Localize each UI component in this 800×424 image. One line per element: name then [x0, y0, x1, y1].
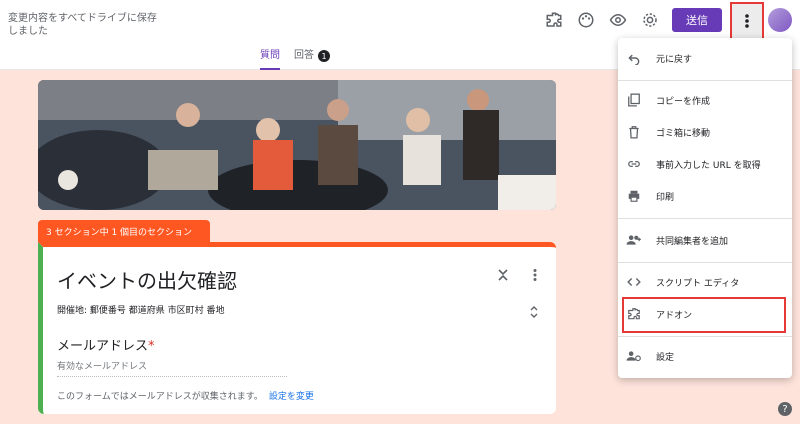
send-button[interactable]: 送信	[672, 8, 722, 32]
print-icon	[626, 188, 642, 204]
section-indicator: 3 セクション中 1 個目のセクション	[38, 220, 210, 242]
eye-icon[interactable]	[606, 8, 630, 32]
copy-icon	[626, 92, 642, 108]
menu-item-print[interactable]: 印刷	[618, 182, 792, 210]
email-question-label: メールアドレス*	[57, 339, 155, 354]
menu-item-prefilled-url[interactable]: 事前入力した URL を取得	[618, 150, 792, 178]
menu-divider	[618, 262, 792, 263]
link-icon	[626, 156, 642, 172]
collapse-icon[interactable]	[495, 267, 511, 283]
form-header-card[interactable]: イベントの出欠確認 開催地: 郵便番号 都道府県 市区町村 番地 メールアドレス…	[38, 242, 556, 414]
add-ons-highlight-box	[622, 297, 786, 333]
menu-item-make-copy[interactable]: コピーを作成	[618, 86, 792, 114]
person-settings-icon	[626, 348, 642, 364]
change-settings-link[interactable]: 設定を変更	[269, 392, 314, 402]
menu-divider	[618, 80, 792, 81]
menu-item-add-collaborators[interactable]: 共同編集者を追加	[618, 226, 792, 254]
tab-responses[interactable]: 回答 1	[294, 50, 330, 70]
required-mark: *	[148, 339, 155, 354]
undo-icon	[626, 50, 642, 66]
palette-icon[interactable]	[574, 8, 598, 32]
menu-item-move-to-trash[interactable]: ゴミ箱に移動	[618, 118, 792, 146]
avatar[interactable]	[768, 8, 792, 32]
menu-divider	[618, 218, 792, 219]
save-status: 変更内容をすべてドライブに保存しました	[8, 13, 157, 37]
email-collection-notice: このフォームではメールアドレスが収集されます。 設定を変更	[57, 392, 314, 402]
help-icon[interactable]: ?	[778, 402, 792, 416]
unfold-icon[interactable]	[527, 305, 541, 319]
tab-questions[interactable]: 質問	[260, 50, 280, 70]
form-tabs: 質問 回答 1	[260, 50, 330, 70]
menu-divider	[618, 336, 792, 337]
puzzle-icon[interactable]	[542, 8, 566, 32]
gear-icon[interactable]	[638, 8, 662, 32]
form-title[interactable]: イベントの出欠確認	[57, 265, 237, 294]
code-icon	[626, 274, 642, 290]
trash-icon	[626, 124, 642, 140]
menu-item-script-editor[interactable]: スクリプト エディタ	[618, 268, 792, 296]
menu-item-settings[interactable]: 設定	[618, 342, 792, 370]
add-people-icon	[626, 232, 642, 248]
menu-item-undo[interactable]: 元に戻す	[618, 44, 792, 72]
response-count-badge: 1	[318, 50, 330, 62]
more-vert-icon	[745, 14, 749, 28]
email-field[interactable]: 有効なメールアドレス	[57, 359, 287, 377]
more-vert-icon[interactable]	[527, 267, 543, 283]
more-options-button[interactable]	[730, 2, 764, 40]
header-image	[38, 80, 556, 210]
form-description[interactable]: 開催地: 郵便番号 都道府県 市区町村 番地	[57, 303, 224, 316]
